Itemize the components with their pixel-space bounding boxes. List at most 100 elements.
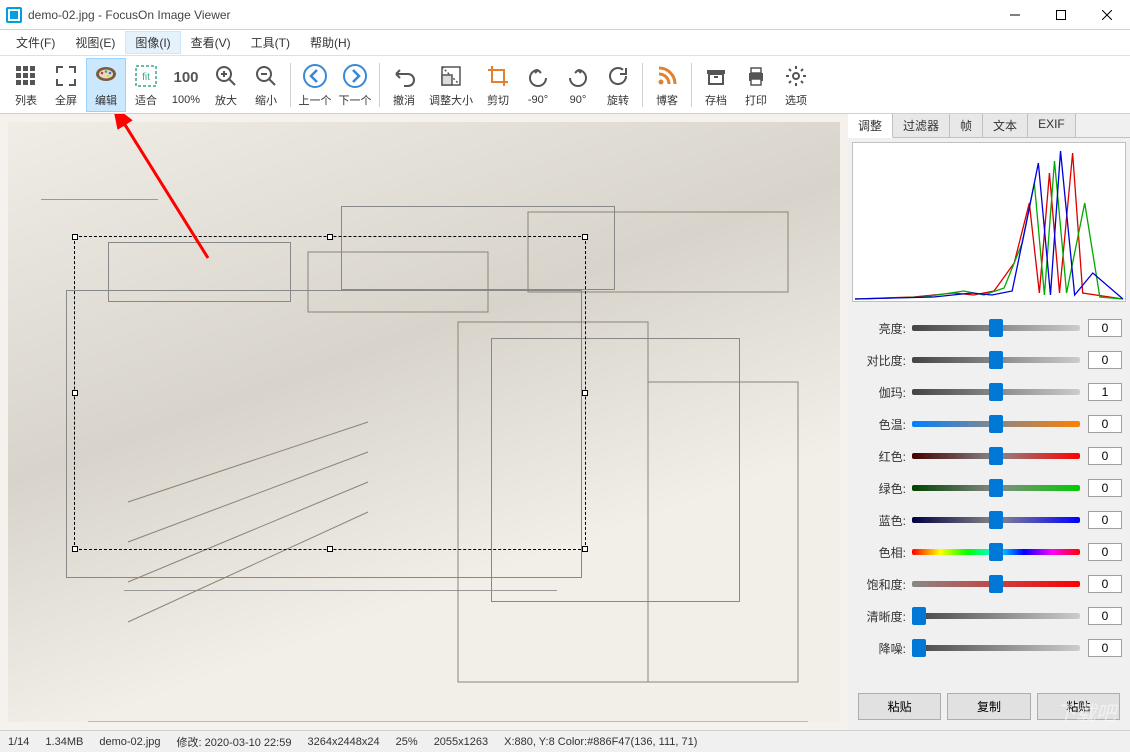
tool-label: 100% (172, 94, 200, 106)
tool-选项[interactable]: 选项 (776, 58, 816, 112)
slider-label: 绿色: (856, 480, 912, 497)
slider-label: 色相: (856, 544, 912, 561)
slider-track[interactable] (912, 453, 1080, 459)
selection-marquee[interactable] (74, 236, 586, 550)
panel-button-0[interactable]: 粘贴 (858, 693, 941, 720)
slider-thumb[interactable] (912, 639, 926, 657)
-90°-icon (524, 64, 552, 92)
存档-icon (702, 62, 730, 90)
slider-row-7: 色相: 0 (856, 536, 1122, 568)
slider-thumb[interactable] (989, 415, 1003, 433)
slider-thumb[interactable] (912, 607, 926, 625)
slider-track[interactable] (912, 421, 1080, 427)
slider-thumb[interactable] (989, 479, 1003, 497)
tool-label: 全屏 (55, 92, 77, 108)
slider-value[interactable]: 0 (1088, 319, 1122, 337)
tool-缩小[interactable]: 缩小 (246, 58, 286, 112)
slider-track[interactable] (912, 517, 1080, 523)
maximize-button[interactable] (1038, 0, 1084, 30)
tool-全屏[interactable]: 全屏 (46, 58, 86, 112)
slider-thumb[interactable] (989, 351, 1003, 369)
slider-track[interactable] (912, 549, 1080, 555)
tool-label: 调整大小 (429, 92, 473, 108)
status-cursor: X:880, Y:8 Color:#886F47(136, 111, 71) (496, 736, 705, 748)
panel-tab-过滤器[interactable]: 过滤器 (893, 114, 950, 137)
全屏-icon (52, 62, 80, 90)
canvas[interactable] (0, 114, 848, 730)
tool-旋转[interactable]: 旋转 (598, 58, 638, 112)
slider-track[interactable] (912, 325, 1080, 331)
编辑-icon (92, 62, 120, 90)
slider-value[interactable]: 0 (1088, 351, 1122, 369)
panel-button-1[interactable]: 复制 (947, 693, 1030, 720)
slider-track[interactable] (912, 485, 1080, 491)
slider-row-5: 绿色: 0 (856, 472, 1122, 504)
slider-value[interactable]: 0 (1088, 639, 1122, 657)
tool-label: 90° (570, 94, 587, 106)
tool-上一个[interactable]: 上一个 (295, 58, 335, 112)
tool-label: 列表 (15, 92, 37, 108)
slider-track[interactable] (912, 613, 1080, 619)
slider-thumb[interactable] (989, 543, 1003, 561)
slider-value[interactable]: 0 (1088, 607, 1122, 625)
menu-5[interactable]: 帮助(H) (300, 31, 361, 54)
slider-label: 对比度: (856, 352, 912, 369)
slider-value[interactable]: 0 (1088, 415, 1122, 433)
panel-tab-调整[interactable]: 调整 (848, 114, 893, 138)
slider-label: 色温: (856, 416, 912, 433)
menu-2[interactable]: 图像(I) (125, 31, 180, 54)
slider-track[interactable] (912, 645, 1080, 651)
panel-tab-文本[interactable]: 文本 (983, 114, 1028, 137)
menu-4[interactable]: 工具(T) (241, 31, 300, 54)
tool-列表[interactable]: 列表 (6, 58, 46, 112)
tool-编辑[interactable]: 编辑 (86, 58, 126, 112)
tool-打印[interactable]: 打印 (736, 58, 776, 112)
panel-tab-EXIF[interactable]: EXIF (1028, 114, 1076, 137)
tool-存档[interactable]: 存档 (696, 58, 736, 112)
slider-row-0: 亮度: 0 (856, 312, 1122, 344)
tool-100%[interactable]: 100100% (166, 58, 206, 112)
slider-thumb[interactable] (989, 319, 1003, 337)
slider-value[interactable]: 0 (1088, 479, 1122, 497)
tool-撤消[interactable]: 撤消 (384, 58, 424, 112)
tool-label: 博客 (656, 92, 678, 108)
panel-tab-帧[interactable]: 帧 (950, 114, 983, 137)
slider-track[interactable] (912, 357, 1080, 363)
image-document (0, 114, 848, 730)
slider-value[interactable]: 0 (1088, 447, 1122, 465)
slider-label: 亮度: (856, 320, 912, 337)
选项-icon (782, 62, 810, 90)
status-dimensions: 3264x2448x24 (299, 736, 387, 748)
tool-剪切[interactable]: 剪切 (478, 58, 518, 112)
titlebar: demo-02.jpg - FocusOn Image Viewer (0, 0, 1130, 30)
close-button[interactable] (1084, 0, 1130, 30)
slider-value[interactable]: 0 (1088, 575, 1122, 593)
slider-value[interactable]: 0 (1088, 543, 1122, 561)
tool-调整大小[interactable]: 调整大小 (424, 58, 478, 112)
slider-value[interactable]: 1 (1088, 383, 1122, 401)
slider-thumb[interactable] (989, 383, 1003, 401)
tool-博客[interactable]: 博客 (647, 58, 687, 112)
slider-thumb[interactable] (989, 575, 1003, 593)
slider-row-2: 伽玛:1 (856, 376, 1122, 408)
slider-thumb[interactable] (989, 511, 1003, 529)
slider-track[interactable] (912, 581, 1080, 587)
tool-适合[interactable]: fit适合 (126, 58, 166, 112)
menu-3[interactable]: 查看(V) (181, 31, 241, 54)
tool--90°[interactable]: -90° (518, 58, 558, 112)
slider-label: 蓝色: (856, 512, 912, 529)
slider-value[interactable]: 0 (1088, 511, 1122, 529)
slider-row-8: 饱和度:0 (856, 568, 1122, 600)
slider-row-3: 色温: 0 (856, 408, 1122, 440)
menu-1[interactable]: 视图(E) (65, 31, 125, 54)
tool-90°[interactable]: 90° (558, 58, 598, 112)
slider-track[interactable] (912, 389, 1080, 395)
tool-下一个[interactable]: 下一个 (335, 58, 375, 112)
tool-label: 打印 (745, 92, 767, 108)
slider-thumb[interactable] (989, 447, 1003, 465)
status-index: 1/14 (0, 736, 37, 748)
tool-放大[interactable]: 放大 (206, 58, 246, 112)
panel-button-2[interactable]: 粘贴 (1037, 693, 1120, 720)
minimize-button[interactable] (992, 0, 1038, 30)
menu-0[interactable]: 文件(F) (6, 31, 65, 54)
